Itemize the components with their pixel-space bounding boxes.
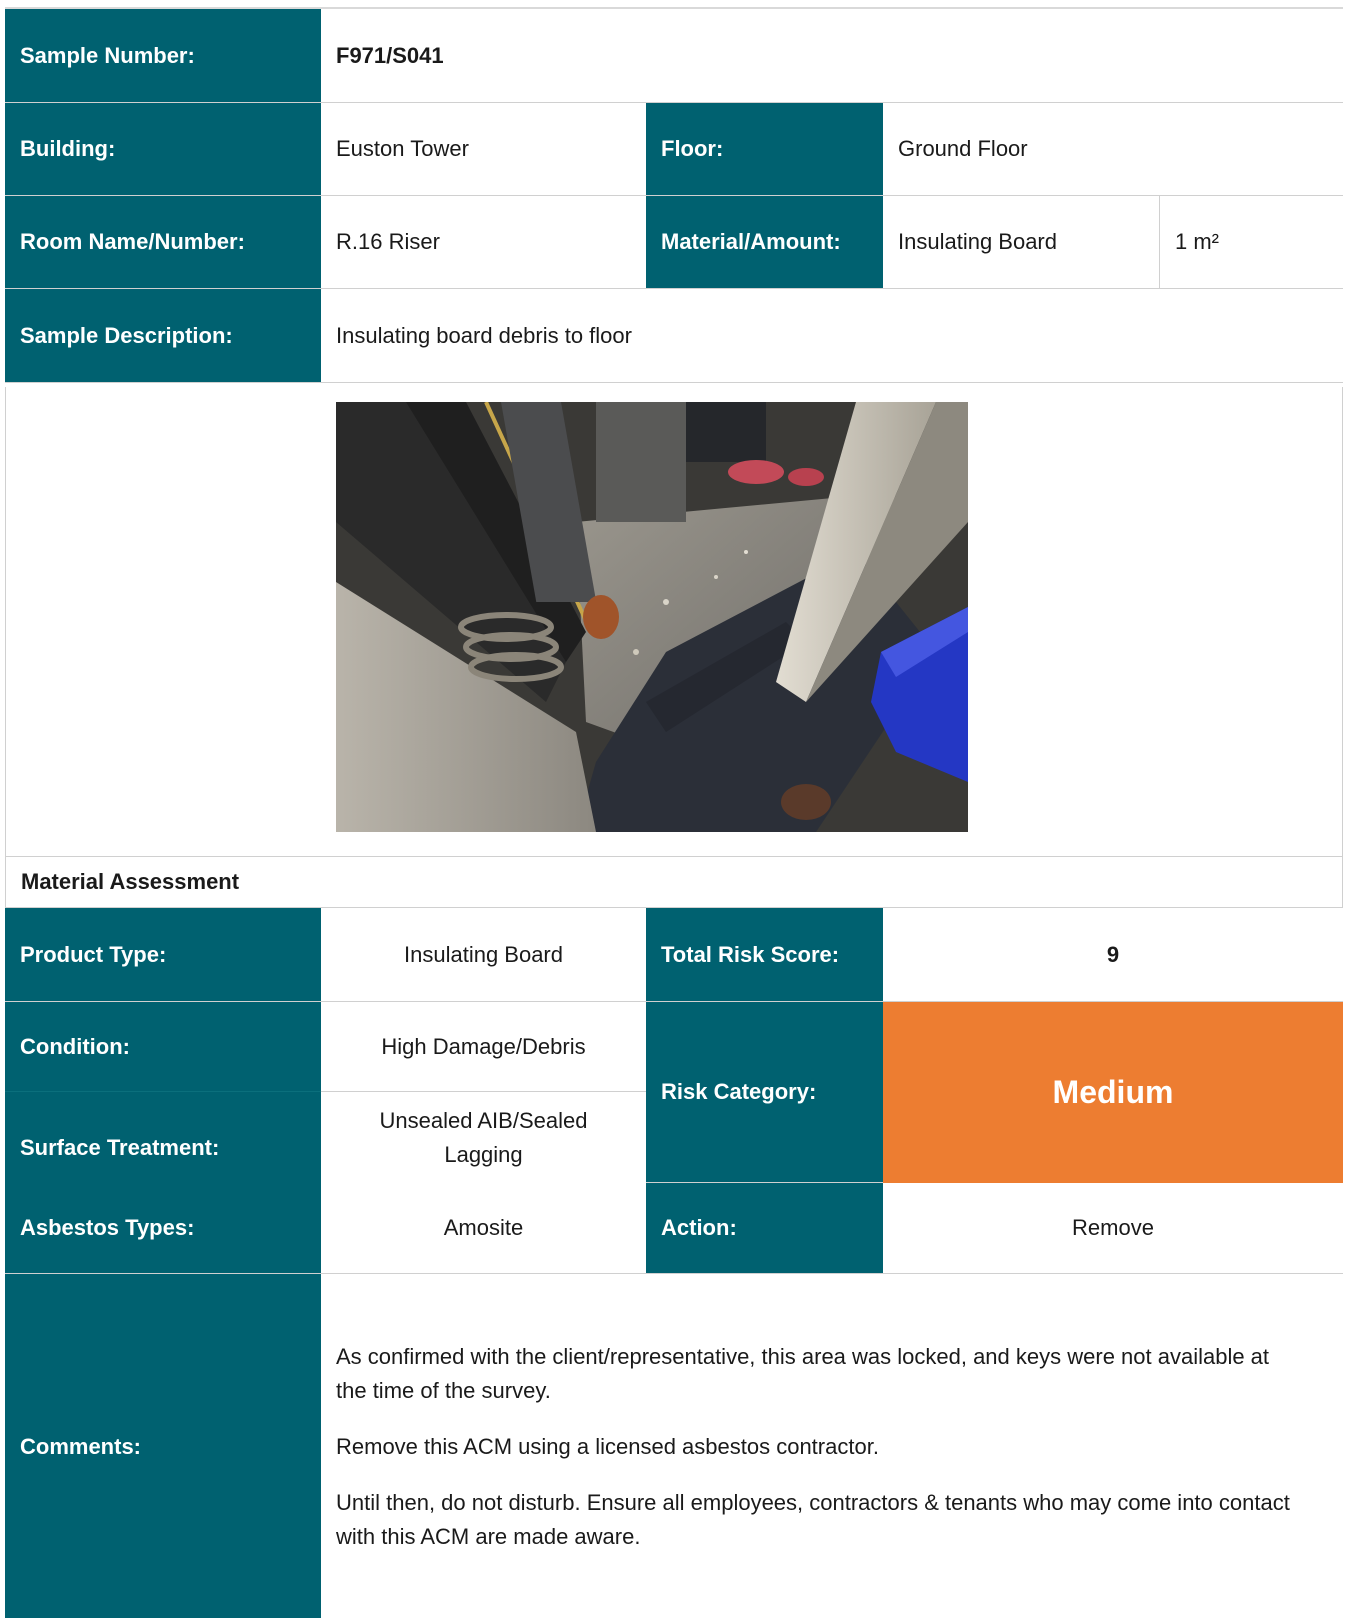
comments-row: Comments: As confirmed with the client/r… [5, 1274, 1343, 1618]
comment-paragraph: Remove this ACM using a licensed asbesto… [336, 1434, 879, 1459]
material-label: Material/Amount: [646, 196, 883, 288]
comments-body: As confirmed with the client/representat… [321, 1274, 1343, 1618]
room-value: R.16 Riser [321, 196, 646, 288]
room-label: Room Name/Number: [5, 196, 321, 288]
building-label: Building: [5, 103, 321, 195]
condition-value: High Damage/Debris [321, 1002, 646, 1092]
floor-label: Floor: [646, 103, 883, 195]
asbestos-types-value: Amosite [321, 1183, 646, 1273]
comment-paragraph: As confirmed with the client/representat… [336, 1344, 1270, 1403]
product-type-row: Product Type: Insulating Board Total Ris… [5, 907, 1343, 1002]
sample-number-label: Sample Number: [5, 9, 321, 102]
riser-photo-image [336, 402, 968, 832]
action-label: Action: [646, 1183, 883, 1273]
sample-number-value: F971/S041 [321, 9, 1343, 102]
total-risk-label: Total Risk Score: [646, 908, 883, 1001]
riser-photo [336, 402, 968, 832]
floor-value: Ground Floor [883, 103, 1343, 195]
condition-surface-block: Condition: High Damage/Debris Surface Tr… [5, 1002, 1343, 1183]
risk-category-badge: Medium [883, 1002, 1343, 1183]
material-assessment-heading: Material Assessment [5, 857, 1343, 907]
comment-paragraph: Until then, do not disturb. Ensure all e… [336, 1490, 1290, 1549]
asbestos-types-label: Asbestos Types: [5, 1183, 321, 1273]
product-type-value: Insulating Board [321, 908, 646, 1001]
material-value: Insulating Board [883, 196, 1159, 288]
description-value: Insulating board debris to floor [321, 289, 1343, 382]
surface-treatment-value: Unsealed AIB/Sealed Lagging [321, 1092, 646, 1183]
sample-number-row: Sample Number: F971/S041 [5, 9, 1343, 103]
sample-record-sheet: Sample Number: F971/S041 Building: Eusto… [5, 7, 1343, 1618]
condition-label: Condition: [5, 1002, 321, 1092]
comments-label: Comments: [5, 1274, 321, 1618]
amount-value: 1 m² [1159, 196, 1343, 288]
photo-row [5, 387, 1343, 857]
risk-category-label: Risk Category: [646, 1002, 883, 1182]
description-row: Sample Description: Insulating board deb… [5, 289, 1343, 383]
total-risk-value: 9 [883, 908, 1343, 1001]
action-value: Remove [883, 1183, 1343, 1273]
building-row: Building: Euston Tower Floor: Ground Flo… [5, 103, 1343, 196]
asbestos-action-row: Asbestos Types: Amosite Action: Remove [5, 1183, 1343, 1274]
building-value: Euston Tower [321, 103, 646, 195]
surface-treatment-label: Surface Treatment: [5, 1092, 321, 1183]
description-label: Sample Description: [5, 289, 321, 382]
room-row: Room Name/Number: R.16 Riser Material/Am… [5, 196, 1343, 289]
product-type-label: Product Type: [5, 908, 321, 1001]
